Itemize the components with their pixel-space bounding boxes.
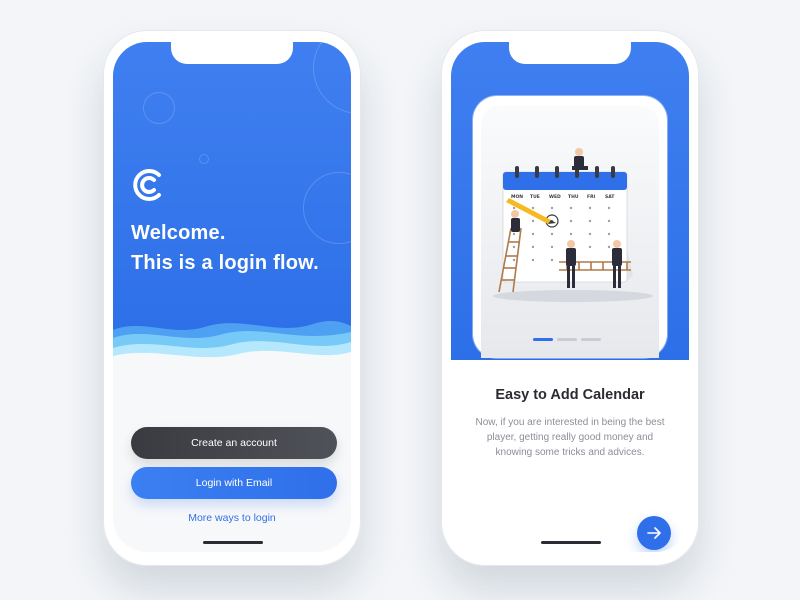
home-indicator — [541, 541, 601, 544]
carousel-dot-active[interactable] — [533, 338, 553, 341]
preview-screen: MON TUE WED THU FRI SAT — [481, 106, 659, 358]
decor-bubble — [199, 154, 209, 164]
home-indicator — [203, 541, 263, 544]
day-mon: MON — [511, 194, 523, 200]
create-account-button[interactable]: Create an account — [131, 427, 337, 459]
onboarding-screen: MON TUE WED THU FRI SAT Easy to Add Cale… — [451, 42, 689, 552]
decor-bubble — [313, 42, 351, 114]
carousel-dot[interactable] — [557, 338, 577, 341]
day-thu: THU — [568, 194, 579, 200]
next-button[interactable] — [637, 516, 671, 550]
wave-divider — [113, 320, 351, 372]
more-ways-link[interactable]: More ways to login — [113, 512, 351, 524]
decor-bubble — [143, 92, 175, 124]
onboarding-hero: MON TUE WED THU FRI SAT — [451, 42, 689, 360]
login-email-button[interactable]: Login with Email — [131, 467, 337, 499]
welcome-line-1: Welcome. — [131, 222, 226, 244]
arrow-right-icon — [647, 527, 661, 539]
welcome-hero: Welcome. This is a login flow. — [113, 42, 351, 352]
login-screen: Welcome. This is a login flow. Create an… — [113, 42, 351, 552]
onboarding-phone: MON TUE WED THU FRI SAT Easy to Add Cale… — [441, 30, 699, 566]
onboarding-title: Easy to Add Calendar — [495, 387, 645, 403]
phone-notch — [171, 42, 293, 64]
phone-notch — [509, 42, 631, 64]
day-fri: FRI — [587, 194, 596, 200]
c-logo-icon — [133, 169, 161, 201]
carousel-indicator — [533, 338, 601, 341]
calendar-illustration: MON TUE WED THU FRI SAT — [493, 148, 653, 302]
day-wed: WED — [549, 194, 561, 200]
welcome-line-2: This is a login flow. — [131, 252, 319, 274]
preview-phone: MON TUE WED THU FRI SAT — [473, 96, 667, 358]
login-phone: Welcome. This is a login flow. Create an… — [103, 30, 361, 566]
welcome-heading: Welcome. This is a login flow. — [131, 218, 319, 278]
onboarding-description: Now, if you are interested in being the … — [475, 417, 665, 458]
day-sat: SAT — [605, 194, 615, 200]
day-tue: TUE — [530, 194, 540, 200]
carousel-dot[interactable] — [581, 338, 601, 341]
